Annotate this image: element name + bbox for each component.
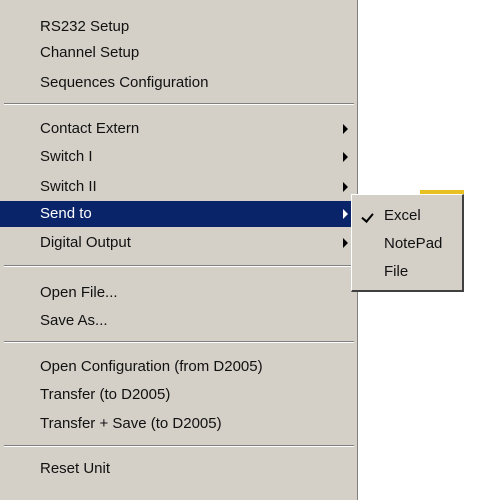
menu-item-transfer-save[interactable]: Transfer + Save (to D2005) <box>0 411 358 437</box>
menu-item-transfer[interactable]: Transfer (to D2005) <box>0 382 358 408</box>
menu-item-label: Switch II <box>40 178 97 195</box>
menu-item-reset-unit[interactable]: Reset Unit <box>0 456 358 482</box>
checkmark-icon <box>361 210 374 223</box>
menu-item-open-configuration[interactable]: Open Configuration (from D2005) <box>0 354 358 380</box>
menu-item-label: Transfer (to D2005) <box>40 386 171 403</box>
submenu-arrow-icon <box>343 124 348 134</box>
submenu-arrow-icon <box>343 209 348 219</box>
menu-item-label: Send to <box>40 205 92 222</box>
menu-item-contact-extern[interactable]: Contact Extern <box>0 116 358 142</box>
send-to-submenu: Excel NotePad File <box>351 194 464 292</box>
menu-item-label: Switch I <box>40 148 93 165</box>
menu-item-label: Save As... <box>40 312 108 329</box>
menu-item-label: Reset Unit <box>40 460 111 477</box>
submenu-item-excel[interactable]: Excel <box>352 203 462 229</box>
menu-item-label: Channel Setup <box>40 44 140 61</box>
submenu-item-label: Excel <box>384 207 421 224</box>
menu-item-label: Open File... <box>40 284 118 301</box>
menu-item-label: Digital Output <box>40 234 131 251</box>
context-menu: RS232 Setup Channel Setup Sequences Conf… <box>0 0 358 500</box>
menu-item-label: Sequences Configuration <box>40 74 209 91</box>
menu-separator <box>4 103 354 105</box>
menu-item-digital-output[interactable]: Digital Output <box>0 230 358 256</box>
submenu-item-label: NotePad <box>384 235 443 252</box>
menu-separator <box>4 445 354 447</box>
submenu-arrow-icon <box>343 182 348 192</box>
submenu-arrow-icon <box>343 238 348 248</box>
menu-item-switch-i[interactable]: Switch I <box>0 144 358 170</box>
screenshot-stage: RS232 Setup Channel Setup Sequences Conf… <box>0 0 483 500</box>
menu-item-label: Contact Extern <box>40 120 140 137</box>
menu-item-open-file[interactable]: Open File... <box>0 280 358 306</box>
submenu-item-label: File <box>384 263 409 280</box>
menu-item-channel-setup[interactable]: Channel Setup <box>0 40 358 66</box>
menu-item-switch-ii[interactable]: Switch II <box>0 174 358 200</box>
submenu-item-notepad[interactable]: NotePad <box>352 231 462 257</box>
menu-item-label: Open Configuration (from D2005) <box>40 358 263 375</box>
submenu-item-file[interactable]: File <box>352 259 462 285</box>
menu-item-save-as[interactable]: Save As... <box>0 308 358 334</box>
menu-item-send-to[interactable]: Send to <box>0 201 358 227</box>
menu-item-label: RS232 Setup <box>40 18 130 35</box>
menu-item-rs232-setup[interactable]: RS232 Setup <box>0 14 358 40</box>
menu-separator <box>4 341 354 343</box>
submenu-arrow-icon <box>343 152 348 162</box>
menu-separator <box>4 265 354 267</box>
menu-item-label: Transfer + Save (to D2005) <box>40 415 222 432</box>
menu-item-sequences-configuration[interactable]: Sequences Configuration <box>0 70 358 96</box>
